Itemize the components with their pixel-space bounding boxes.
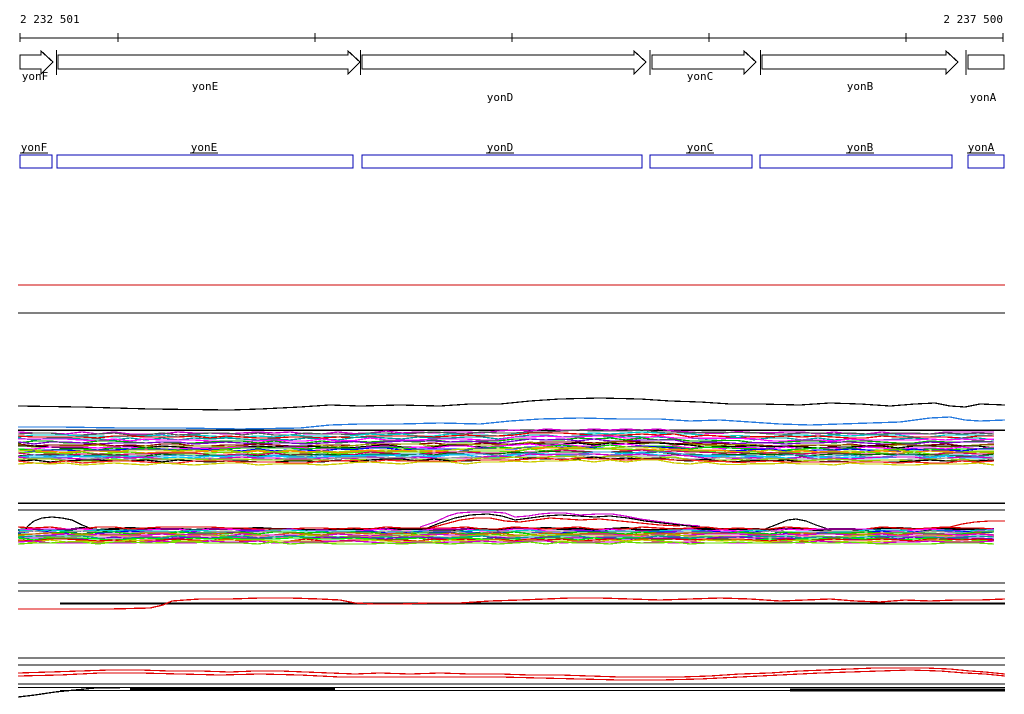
band1-top-black <box>17 397 1006 411</box>
gene-link-yonE[interactable]: yonE <box>191 141 218 154</box>
gene-box-yonF[interactable] <box>19 154 53 169</box>
gene-link-yonA[interactable]: yonA <box>968 141 995 154</box>
gene-box-yonD[interactable] <box>361 154 643 169</box>
gene-box-yonE[interactable] <box>56 154 354 169</box>
gene-box-yonB[interactable] <box>759 154 953 169</box>
band1-blue <box>18 416 1006 430</box>
gene-label-yonF: yonF <box>22 70 49 83</box>
gene-arrow-yonA[interactable] <box>967 54 1005 70</box>
genome-browser: 2 232 501 2 237 500 yonF yonE yonD yonC yonB… <box>0 0 1024 714</box>
gene-label-yonD: yonD <box>487 91 514 104</box>
gene-link-yonC[interactable]: yonC <box>687 141 714 154</box>
gene-arrow-yonD[interactable] <box>361 49 647 76</box>
gene-arrow-yonE[interactable] <box>57 49 361 76</box>
gene-label-yonC: yonC <box>687 70 714 83</box>
gene-link-yonB[interactable]: yonB <box>847 141 874 154</box>
sec4-red-upper <box>17 667 1006 678</box>
gene-label-yonE: yonE <box>192 80 219 93</box>
browser-canvas: yonF yonE yonD yonC yonB yonA yonF yonE yonD yonC… <box>17 33 1006 698</box>
gene-box-yonA[interactable] <box>967 154 1005 169</box>
gene-label-yonA: yonA <box>970 91 997 104</box>
gene-label-yonB: yonB <box>847 80 874 93</box>
sec4-red-lower <box>17 669 1006 681</box>
gene-arrow-yonB[interactable] <box>761 49 959 76</box>
gene-box-yonC[interactable] <box>649 154 753 169</box>
gene-link-yonD[interactable]: yonD <box>487 141 514 154</box>
sec4-black-diagonal <box>17 687 120 698</box>
gene-link-yonF[interactable]: yonF <box>21 141 48 154</box>
